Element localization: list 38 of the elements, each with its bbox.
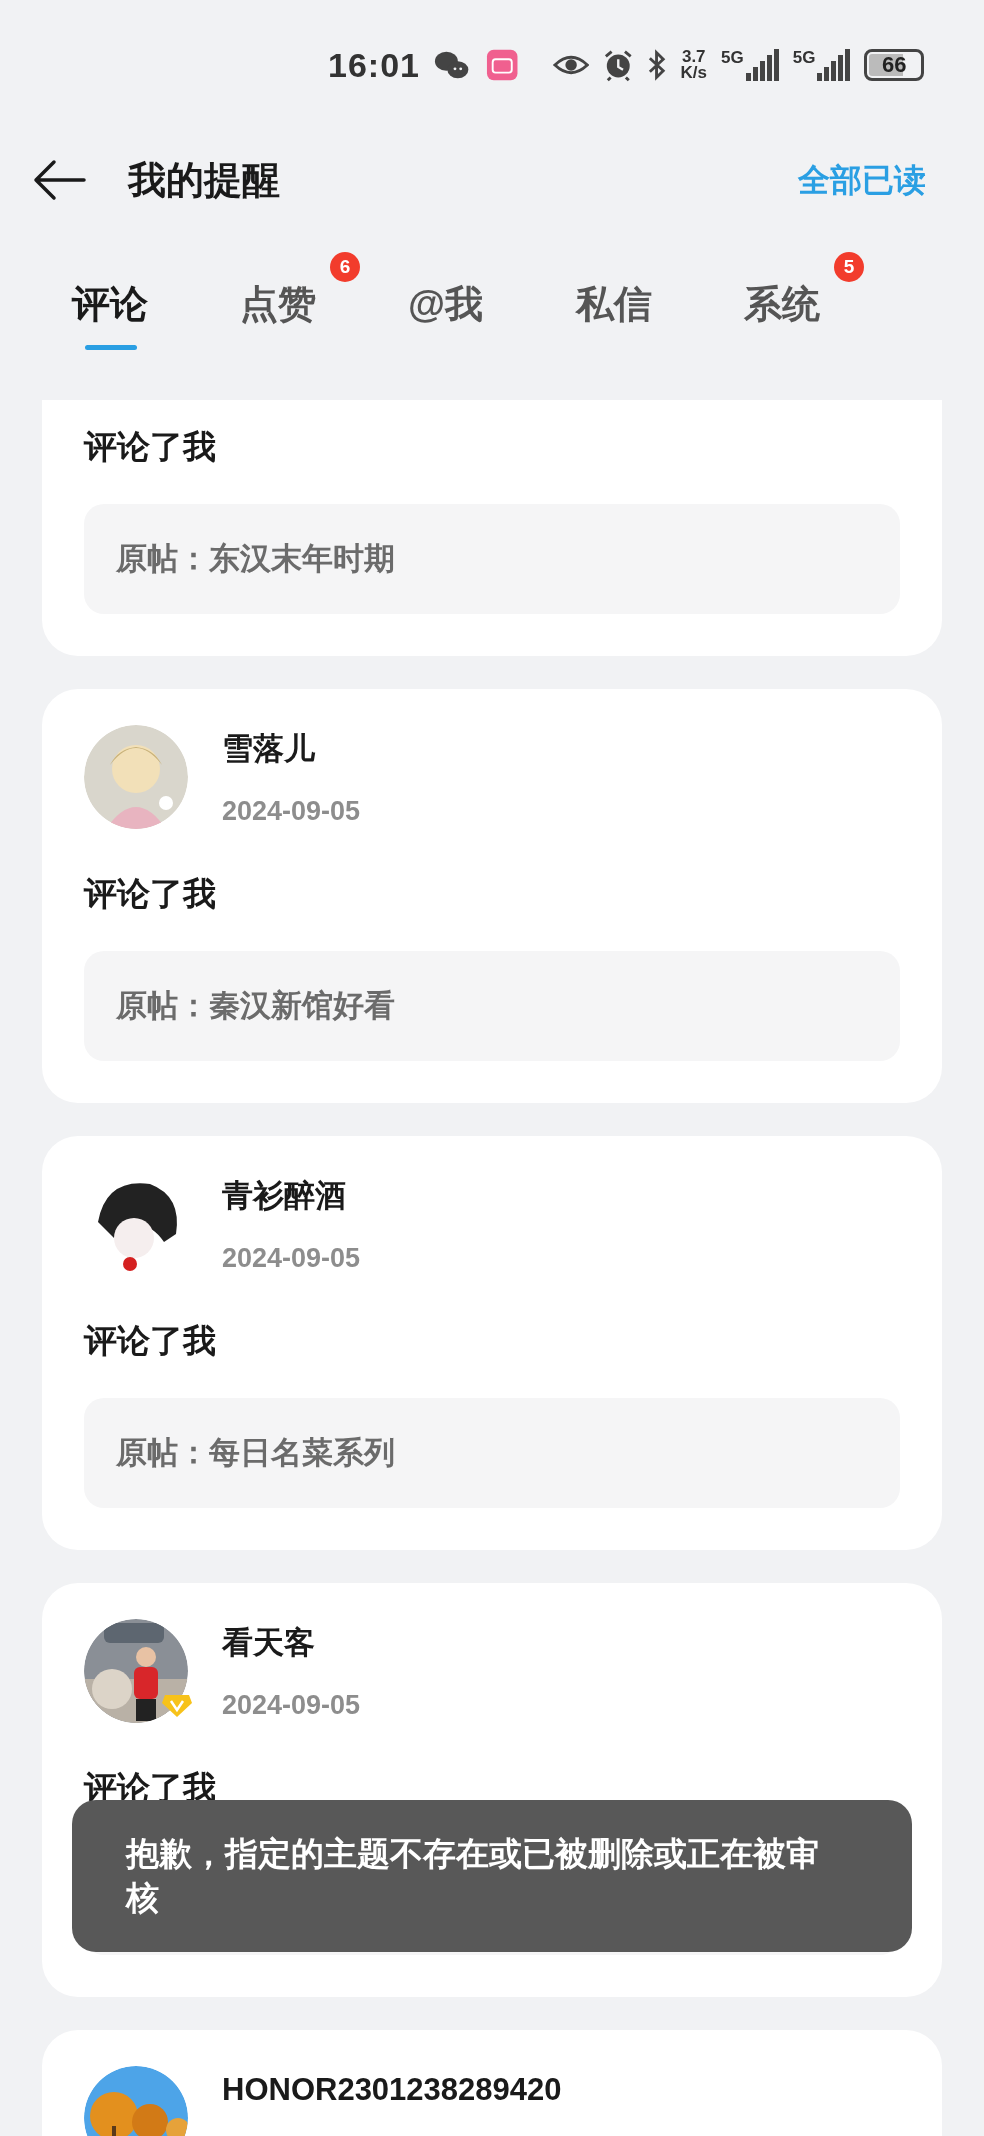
user-name: 青衫醉酒 [222,1177,347,1215]
bluetooth-icon [647,49,667,81]
user-name: 看天客 [222,1624,316,1662]
error-toast: 抱歉，指定的主题不存在或已被删除或正在被审核 [72,1800,912,1952]
tab-underline [85,345,137,350]
action-text: 评论了我 [84,874,217,914]
post-date: 2024-09-05 [222,795,361,828]
original-post-link[interactable]: 原帖：每日名菜系列 [84,1398,900,1508]
user-name: HONOR2301238289420 [222,2071,562,2109]
original-post-link[interactable]: 原帖：秦汉新馆好看 [84,951,900,1061]
tab[interactable]: 系统 [744,276,820,333]
notification-card[interactable]: 青衫醉酒 2024-09-05 评论了我 原帖：每日名菜系列 [42,1136,942,1550]
post-date: 2024-09-05 [222,1689,361,1722]
notification-card[interactable]: 评论了我 原帖：东汉末年时期 [42,400,942,656]
count-badge: 6 [330,252,360,282]
post-date: 2024-09-05 [222,1242,361,1275]
clock-time: 16:01 [328,44,420,86]
action-text: 评论了我 [84,427,217,467]
tab[interactable]: 私信 [576,276,652,333]
signal-icon [817,49,851,81]
notification-card[interactable]: 雪落儿 2024-09-05 评论了我 原帖：秦汉新馆好看 [42,689,942,1103]
original-post-link[interactable]: 原帖：东汉末年时期 [84,504,900,614]
user-name: 雪落儿 [222,730,316,768]
network-speed-unit: K/s [680,65,707,81]
action-text: 评论了我 [84,1321,217,1361]
network-type: 5G [721,49,744,67]
count-badge: 5 [834,252,864,282]
battery-level: 66 [881,54,907,76]
notification-card[interactable]: HONOR2301238289420 [42,2030,942,2136]
alarm-icon [602,48,634,82]
tab[interactable]: @我 [408,276,484,333]
tab[interactable]: 点赞 [240,276,316,333]
network-speed: 3.7 [681,49,706,65]
app-icon [486,48,519,82]
page-title: 我的提醒 [128,157,280,203]
signal-icon [745,49,779,81]
network-type: 5G [792,49,816,67]
tab[interactable]: 评论 [72,276,148,333]
